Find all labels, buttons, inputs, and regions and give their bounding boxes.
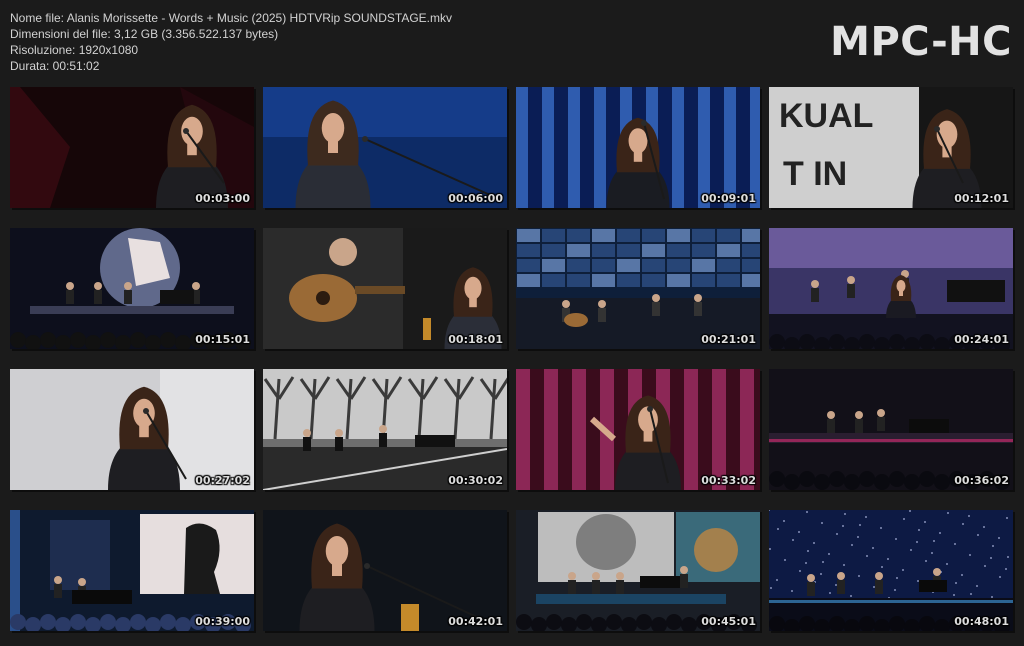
- thumbnail-frame: [10, 228, 254, 349]
- thumbnail-frame: KUAL T IN: [769, 87, 1013, 208]
- thumbnail-16: 00:48:01: [769, 510, 1013, 631]
- thumbnail-timestamp: 00:21:01: [701, 333, 756, 346]
- thumbnail-timestamp: 00:30:02: [448, 474, 503, 487]
- thumbnail-timestamp: 00:06:00: [448, 192, 503, 205]
- thumbnail-frame: [10, 510, 254, 631]
- thumbnail-timestamp: 00:15:01: [195, 333, 250, 346]
- thumbnail-6: 00:18:01: [263, 228, 507, 349]
- thumbnail-timestamp: 00:48:01: [954, 615, 1009, 628]
- thumbnail-timestamp: 00:18:01: [448, 333, 503, 346]
- thumbnail-frame: [769, 228, 1013, 349]
- thumbnail-timestamp: 00:39:00: [195, 615, 250, 628]
- thumbnail-timestamp: 00:45:01: [701, 615, 756, 628]
- thumbnail-frame: [10, 369, 254, 490]
- thumbnail-9: 00:27:02: [10, 369, 254, 490]
- thumbnail-timestamp: 00:27:02: [195, 474, 250, 487]
- thumbnail-frame: [263, 228, 507, 349]
- thumbnail-frame: [263, 369, 507, 490]
- thumbnail-frame: [263, 87, 507, 208]
- thumbnail-timestamp: 00:42:01: [448, 615, 503, 628]
- thumbnail-frame: [263, 510, 507, 631]
- thumbnail-frame: [516, 369, 760, 490]
- thumbnail-frame: [769, 369, 1013, 490]
- svg-text:KUAL: KUAL: [779, 97, 873, 135]
- thumbnail-8: 00:24:01: [769, 228, 1013, 349]
- thumbnail-frame: [516, 87, 760, 208]
- thumbnail-frame: [516, 228, 760, 349]
- thumbnail-timestamp: 00:33:02: [701, 474, 756, 487]
- thumbnail-frame: [10, 87, 254, 208]
- thumbnail-12: 00:36:02: [769, 369, 1013, 490]
- svg-text:T IN: T IN: [783, 155, 847, 193]
- thumbnail-timestamp: 00:36:02: [954, 474, 1009, 487]
- thumbnail-timestamp: 00:12:01: [954, 192, 1009, 205]
- thumbnail-15: 00:45:01: [516, 510, 760, 631]
- thumbnail-14: 00:42:01: [263, 510, 507, 631]
- thumbnail-grid: 00:03:00 00:06:00 00:09:01 KUAL T IN 00:…: [0, 0, 1024, 646]
- thumbnail-5: 00:15:01: [10, 228, 254, 349]
- thumbnail-frame: [769, 510, 1013, 631]
- thumbnail-7: 00:21:01: [516, 228, 760, 349]
- thumbnail-frame: [516, 510, 760, 631]
- thumbnail-2: 00:06:00: [263, 87, 507, 208]
- thumbnail-11: 00:33:02: [516, 369, 760, 490]
- thumbnail-timestamp: 00:09:01: [701, 192, 756, 205]
- thumbnail-1: 00:03:00: [10, 87, 254, 208]
- thumbnail-13: 00:39:00: [10, 510, 254, 631]
- thumbnail-10: 00:30:02: [263, 369, 507, 490]
- thumbnail-timestamp: 00:03:00: [195, 192, 250, 205]
- thumbnail-timestamp: 00:24:01: [954, 333, 1009, 346]
- thumbnail-4: KUAL T IN 00:12:01: [769, 87, 1013, 208]
- thumbnail-3: 00:09:01: [516, 87, 760, 208]
